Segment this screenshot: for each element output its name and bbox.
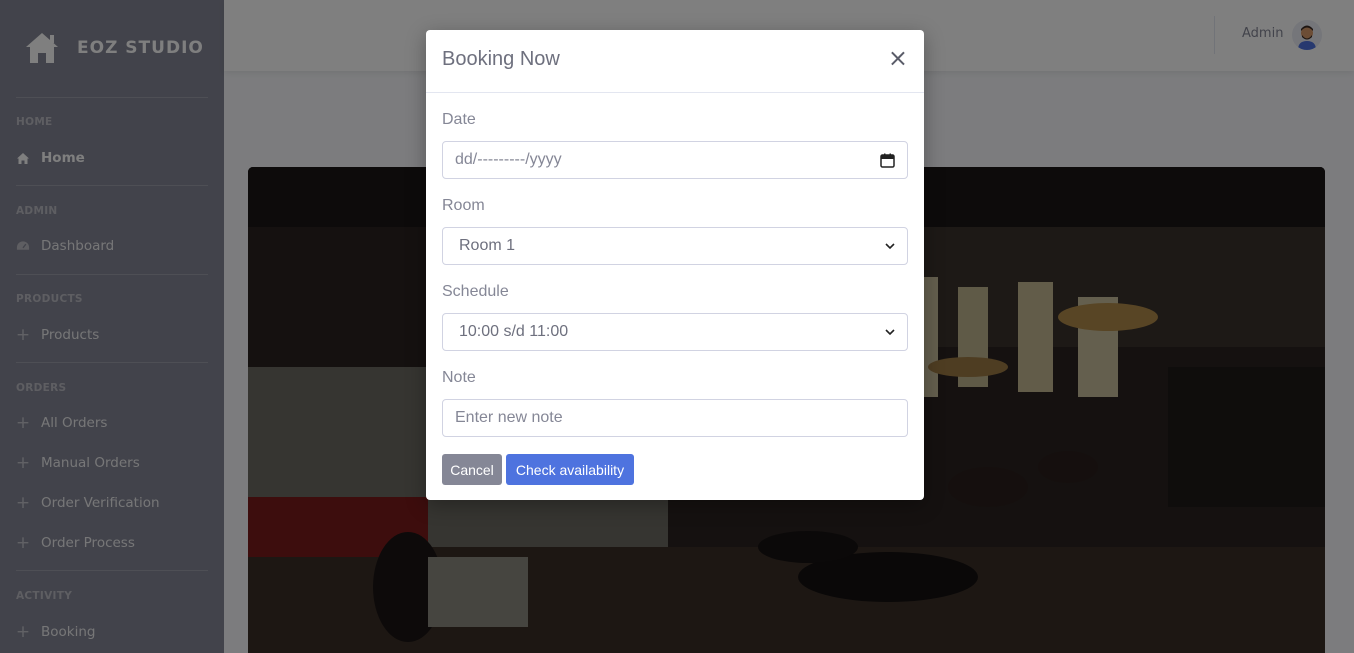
- room-label: Room: [442, 197, 485, 214]
- chevron-down-icon: [885, 328, 895, 336]
- note-input[interactable]: Enter new note: [442, 399, 908, 437]
- room-select[interactable]: Room 1: [442, 227, 908, 265]
- calendar-icon[interactable]: [880, 153, 895, 168]
- check-availability-button[interactable]: Check availability: [506, 454, 634, 485]
- date-label: Date: [442, 111, 476, 128]
- modal-title: Booking Now: [442, 48, 560, 70]
- modal-header: Booking Now ×: [426, 30, 924, 93]
- room-selected-value: Room 1: [459, 237, 516, 254]
- schedule-selected-value: 10:00 s/d 11:00: [459, 323, 569, 340]
- close-icon[interactable]: ×: [888, 46, 908, 70]
- schedule-label: Schedule: [442, 283, 509, 300]
- date-placeholder: dd/---------/yyyy: [455, 151, 562, 168]
- booking-modal: Booking Now × Date dd/---------/yyyy Roo…: [426, 30, 924, 500]
- date-field[interactable]: dd/---------/yyyy: [442, 141, 908, 179]
- schedule-select[interactable]: 10:00 s/d 11:00: [442, 313, 908, 351]
- note-placeholder: Enter new note: [455, 409, 563, 426]
- note-label: Note: [442, 369, 476, 386]
- cancel-button[interactable]: Cancel: [442, 454, 502, 485]
- chevron-down-icon: [885, 242, 895, 250]
